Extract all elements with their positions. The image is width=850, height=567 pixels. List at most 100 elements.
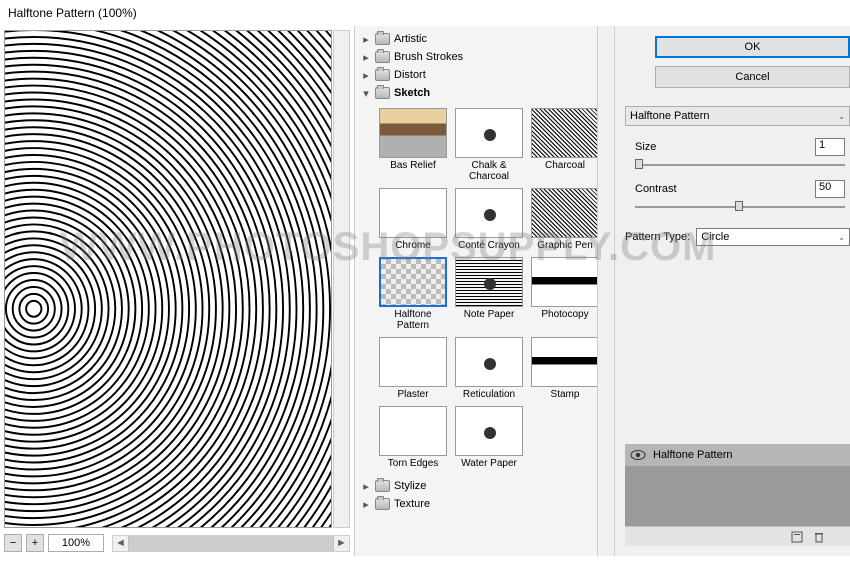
filter-thumb-graphic-pen[interactable]: Graphic Pen — [529, 188, 597, 251]
filter-thumbnail-label: Torn Edges — [388, 458, 439, 469]
filter-thumb-reticulation[interactable]: Reticulation — [453, 337, 525, 400]
filter-thumbnail-image — [531, 108, 597, 158]
filter-thumb-plaster[interactable]: Plaster — [377, 337, 449, 400]
pattern-type-dropdown[interactable]: Circle ⌄ — [696, 228, 850, 246]
filter-thumbnail-label: Chalk & Charcoal — [453, 160, 525, 182]
filter-thumbnail-label: Chrome — [395, 240, 431, 251]
contrast-label: Contrast — [635, 183, 677, 195]
preview-canvas[interactable] — [4, 30, 332, 528]
filter-dropdown[interactable]: Halftone Pattern ⌄ — [625, 106, 850, 126]
category-label: Stylize — [394, 480, 426, 492]
layers-empty-area — [625, 466, 850, 526]
filter-thumbnail-image — [531, 188, 597, 238]
filter-thumb-charcoal[interactable]: Charcoal — [529, 108, 597, 182]
filter-thumbnail-label: Conté Crayon — [458, 240, 520, 251]
category-artistic[interactable]: ▸ Artistic — [359, 30, 593, 48]
contrast-input[interactable]: 50 — [815, 180, 845, 198]
zoom-out-button[interactable]: − — [4, 534, 22, 552]
disclosure-triangle-icon: ▸ — [361, 34, 371, 44]
category-label: Brush Strokes — [394, 51, 463, 63]
filter-thumbnail-image — [455, 406, 523, 456]
filter-thumb-torn-edges[interactable]: Torn Edges — [377, 406, 449, 469]
filter-thumbnail-image — [531, 337, 597, 387]
filter-thumbnail-label: Water Paper — [461, 458, 517, 469]
filter-thumb-note-paper[interactable]: Note Paper — [453, 257, 525, 331]
zoom-in-button[interactable]: + — [26, 534, 44, 552]
scroll-thumb[interactable] — [129, 536, 333, 551]
filter-thumbnail-label: Bas Relief — [390, 160, 436, 171]
chevron-down-icon: ⌄ — [838, 233, 845, 242]
filter-thumbnail-image — [379, 337, 447, 387]
folder-icon — [375, 498, 390, 510]
filter-thumbnail-image — [455, 188, 523, 238]
category-label: Artistic — [394, 33, 427, 45]
filter-thumb-cont-crayon[interactable]: Conté Crayon — [453, 188, 525, 251]
filter-thumbnail-label: Reticulation — [463, 389, 515, 400]
filter-thumbnail-label: Charcoal — [545, 160, 585, 171]
folder-icon — [375, 480, 390, 492]
cancel-button[interactable]: Cancel — [655, 66, 850, 88]
preview-horizontal-scrollbar[interactable]: ◄ ► — [112, 535, 350, 552]
filter-thumbnail-label: Note Paper — [464, 309, 515, 320]
filter-thumb-halftone-pattern[interactable]: Halftone Pattern — [377, 257, 449, 331]
disclosure-triangle-icon: ▸ — [361, 70, 371, 80]
category-label: Sketch — [394, 87, 430, 99]
size-input[interactable]: 1 — [815, 138, 845, 156]
visibility-eye-icon[interactable] — [629, 448, 647, 462]
filter-thumb-chrome[interactable]: Chrome — [377, 188, 449, 251]
filter-dropdown-label: Halftone Pattern — [630, 110, 710, 122]
filter-thumbnail-image — [379, 188, 447, 238]
delete-effect-layer-icon[interactable] — [812, 530, 826, 544]
filter-thumbnail-image — [531, 257, 597, 307]
settings-pane: OK Cancel Halftone Pattern ⌄ Size 1 Cont… — [615, 26, 850, 556]
folder-icon — [375, 51, 390, 63]
category-label: Distort — [394, 69, 426, 81]
disclosure-triangle-icon: ▸ — [361, 481, 371, 491]
disclosure-triangle-icon: ▾ — [361, 88, 371, 98]
preview-pane: − + 100% ◄ ► — [0, 26, 355, 556]
filter-thumbnail-label: Graphic Pen — [537, 240, 593, 251]
filter-thumb-stamp[interactable]: Stamp — [529, 337, 597, 400]
disclosure-triangle-icon: ▸ — [361, 52, 371, 62]
filter-thumbnail-image — [455, 257, 523, 307]
scroll-right-arrow[interactable]: ► — [333, 536, 349, 551]
folder-icon — [375, 87, 390, 99]
category-brush-strokes[interactable]: ▸ Brush Strokes — [359, 48, 593, 66]
filter-thumb-chalk-charcoal[interactable]: Chalk & Charcoal — [453, 108, 525, 182]
filter-thumbnail-label: Stamp — [551, 389, 580, 400]
disclosure-triangle-icon: ▸ — [361, 499, 371, 509]
filter-gallery-scrollbar[interactable] — [597, 26, 614, 556]
filter-thumb-water-paper[interactable]: Water Paper — [453, 406, 525, 469]
size-slider[interactable] — [635, 162, 845, 168]
pattern-type-label: Pattern Type: — [625, 231, 690, 243]
pattern-type-value: Circle — [701, 231, 729, 243]
size-label: Size — [635, 141, 656, 153]
ok-button[interactable]: OK — [655, 36, 850, 58]
filter-thumbnail-image — [379, 257, 447, 307]
filter-gallery-pane: ▸ Artistic ▸ Brush Strokes ▸ Distort ▾ Sketch Ba… — [355, 26, 615, 556]
contrast-slider[interactable] — [635, 204, 845, 210]
folder-icon — [375, 33, 390, 45]
scroll-left-arrow[interactable]: ◄ — [113, 536, 129, 551]
filter-thumbnail-image — [379, 108, 447, 158]
folder-icon — [375, 69, 390, 81]
preview-vertical-scrollbar[interactable] — [333, 30, 350, 528]
filter-thumbnail-label: Halftone Pattern — [377, 309, 449, 331]
effect-layer-row[interactable]: Halftone Pattern — [625, 444, 850, 466]
filter-thumbnail-image — [455, 337, 523, 387]
filter-thumbnail-label: Plaster — [397, 389, 428, 400]
chevron-down-icon: ⌄ — [838, 112, 845, 121]
effect-layer-name: Halftone Pattern — [653, 449, 733, 461]
filter-thumbnail-label: Photocopy — [541, 309, 588, 320]
filter-thumb-photocopy[interactable]: Photocopy — [529, 257, 597, 331]
category-texture[interactable]: ▸Texture — [359, 495, 593, 513]
category-sketch[interactable]: ▾ Sketch — [359, 84, 593, 102]
window-title: Halftone Pattern (100%) — [0, 0, 850, 26]
category-distort[interactable]: ▸ Distort — [359, 66, 593, 84]
new-effect-layer-icon[interactable] — [790, 530, 804, 544]
filter-thumb-bas-relief[interactable]: Bas Relief — [377, 108, 449, 182]
category-stylize[interactable]: ▸ Stylize — [359, 477, 593, 495]
filter-thumbnail-image — [379, 406, 447, 456]
filter-thumbnail-image — [455, 108, 523, 158]
zoom-level-field[interactable]: 100% — [48, 534, 104, 552]
